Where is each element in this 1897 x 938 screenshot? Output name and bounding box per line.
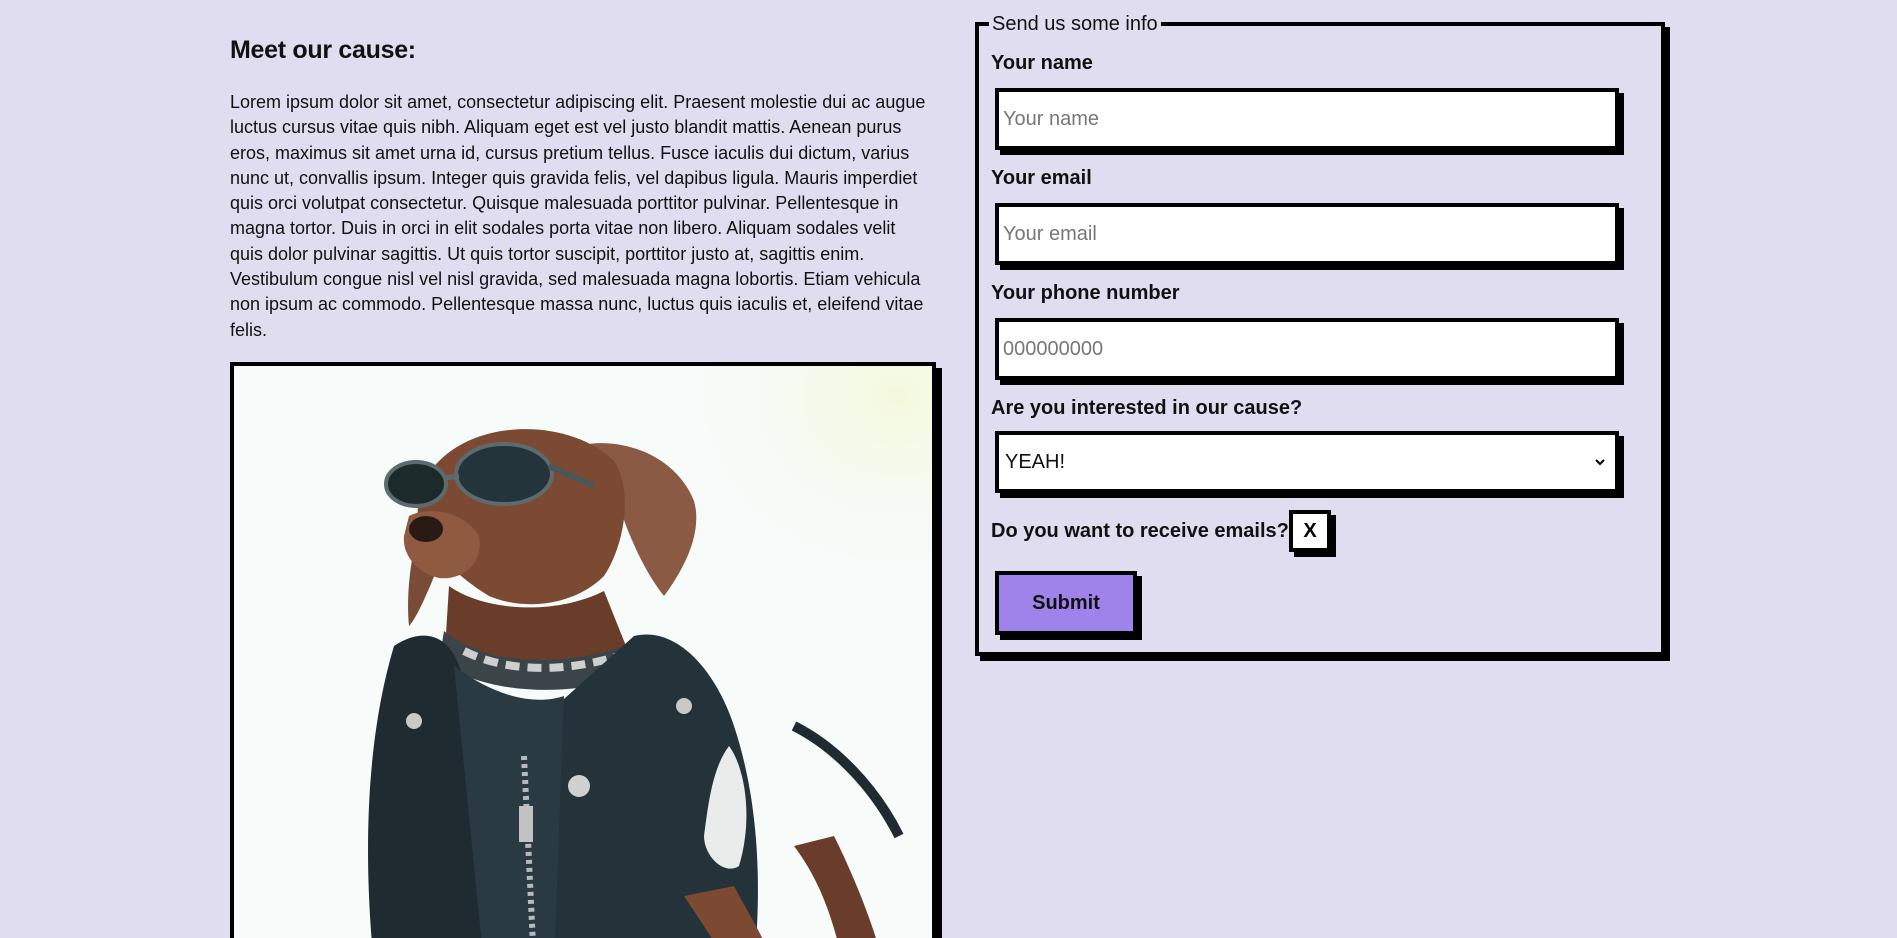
- name-input[interactable]: [995, 88, 1619, 150]
- dachshund-in-leather-jacket-image: [234, 366, 932, 938]
- article-section: Meet our cause: Lorem ipsum dolor sit am…: [230, 0, 940, 938]
- submit-button[interactable]: Submit: [995, 571, 1137, 635]
- interest-select[interactable]: YEAH!: [995, 431, 1619, 493]
- interest-label: Are you interested in our cause?: [991, 397, 1303, 419]
- chevron-down-icon: [1595, 459, 1605, 466]
- article-heading: Meet our cause:: [230, 36, 416, 64]
- article-body: Lorem ipsum dolor sit amet, consectetur …: [230, 92, 926, 340]
- emails-opt-in-label: Do you want to receive emails?: [991, 520, 1289, 542]
- email-label: Your email: [991, 167, 1092, 189]
- form-legend: Send us some info: [989, 13, 1161, 35]
- phone-label: Your phone number: [991, 282, 1180, 304]
- phone-input[interactable]: [995, 318, 1619, 380]
- info-form: Send us some info Your name Your email Y…: [975, 13, 1665, 656]
- email-input[interactable]: [995, 203, 1619, 265]
- dog-photo: [230, 362, 936, 938]
- page: Meet our cause: Lorem ipsum dolor sit am…: [0, 0, 1897, 938]
- name-label: Your name: [991, 52, 1093, 74]
- checkbox-mark: X: [1303, 520, 1317, 542]
- emails-opt-in-checkbox[interactable]: X: [1289, 510, 1331, 552]
- interest-selected-value: YEAH!: [1005, 451, 1066, 473]
